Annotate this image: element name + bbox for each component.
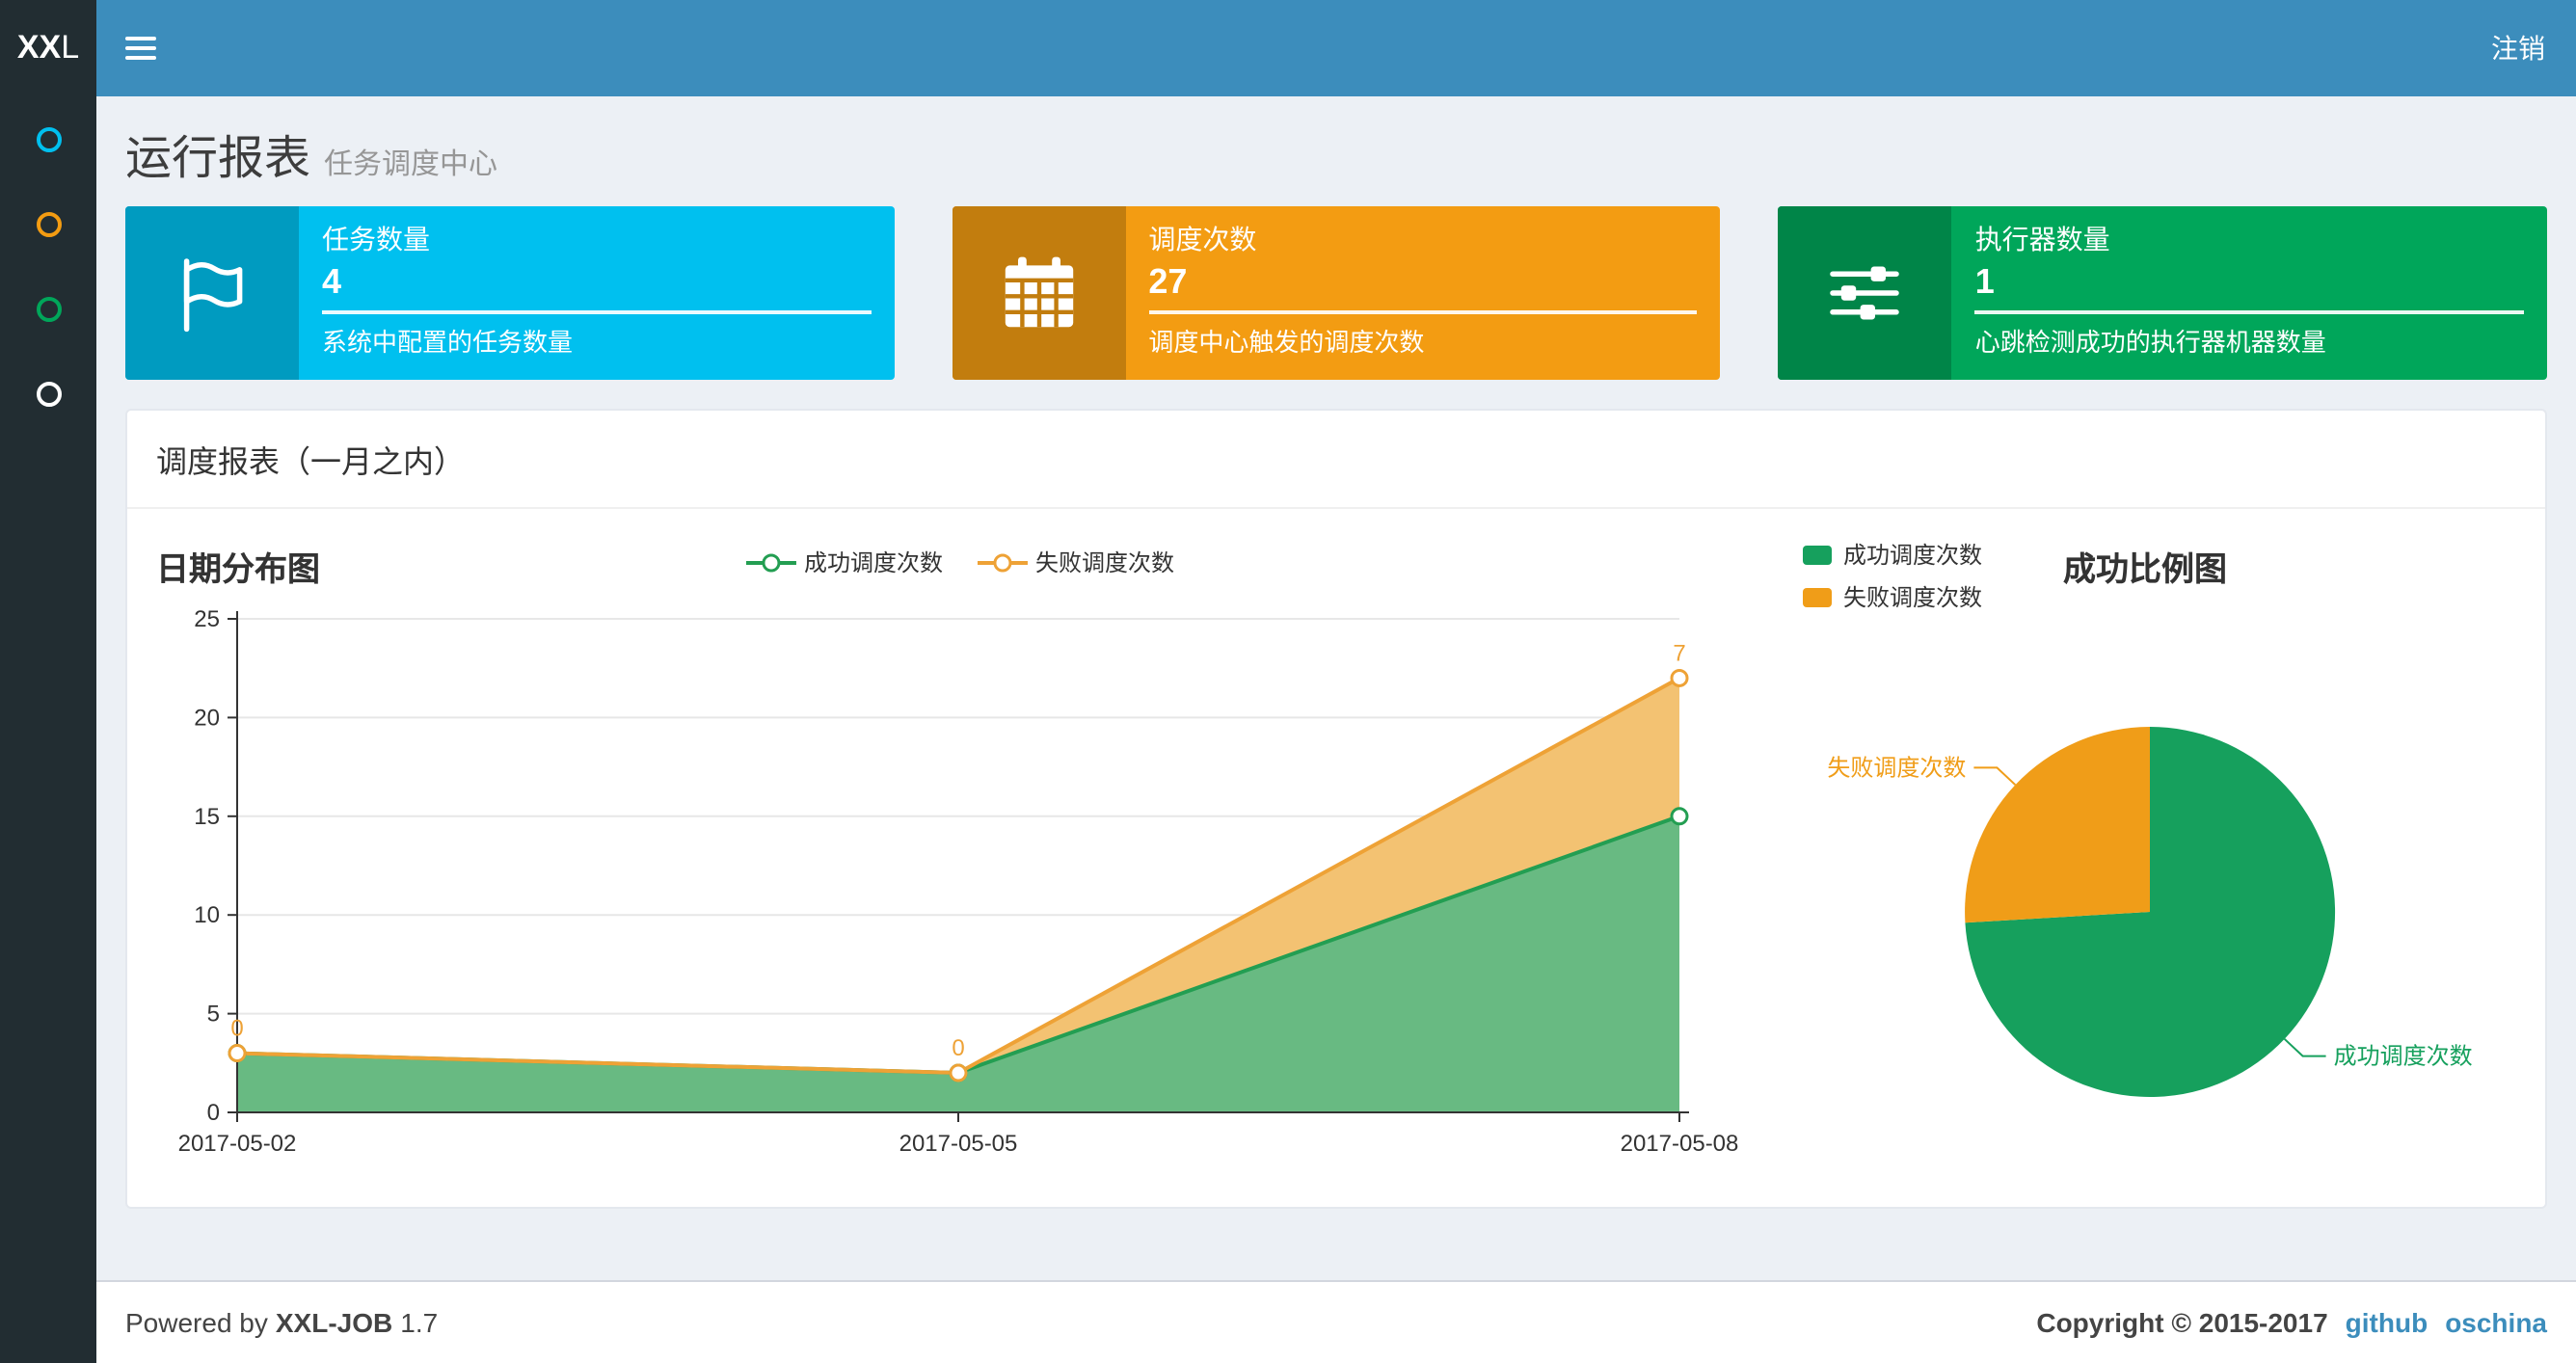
svg-text:25: 25 — [194, 606, 220, 632]
divider — [1974, 310, 2525, 314]
page-title: 运行报表 任务调度中心 — [125, 120, 2547, 187]
stat-value: 4 — [322, 262, 342, 301]
calendar-icon — [952, 206, 1126, 380]
flag-icon — [125, 206, 299, 380]
stat-value: 27 — [1148, 262, 1188, 301]
app-root: XX L 注销 运行报表 任务调度中心 任务数量 4 系统中配置的任务数量 调度… — [0, 0, 2576, 1363]
svg-text:0: 0 — [952, 1035, 964, 1061]
success-ratio-pie-chart: 成功调度次数 失败调度次数 — [1827, 727, 2473, 1097]
svg-text:10: 10 — [194, 902, 220, 928]
svg-text:0: 0 — [207, 1100, 220, 1126]
app-logo[interactable]: XX L — [0, 0, 96, 96]
stat-card-job-count: 任务数量 4 系统中配置的任务数量 — [125, 206, 895, 380]
svg-text:7: 7 — [1673, 640, 1685, 666]
logo-light-text: L — [61, 29, 80, 66]
sidebar-toggle-button[interactable] — [96, 0, 185, 96]
sidebar-item-1[interactable] — [0, 96, 96, 181]
stat-card-content: 执行器数量 1 心跳检测成功的执行器机器数量 — [1952, 206, 2547, 380]
stat-title: 执行器数量 — [1974, 224, 2110, 254]
svg-text:成功调度次数: 成功调度次数 — [2334, 1044, 2473, 1070]
divider — [322, 310, 872, 314]
content-header: 运行报表 任务调度中心 — [96, 96, 2576, 187]
pie-legend-swatch-icon — [1803, 545, 1832, 564]
legend-item-success[interactable]: 成功调度次数 — [745, 546, 943, 578]
powered-by-label: Powered by — [125, 1307, 268, 1338]
line-chart-header: 日期分布图 成功调度次数 失败调度次数 — [156, 538, 1764, 596]
page-footer: Powered by XXL-JOB 1.7 Copyright © 2015-… — [96, 1280, 2576, 1363]
sidebar-item-3[interactable] — [0, 266, 96, 351]
stat-description: 系统中配置的任务数量 — [322, 328, 574, 357]
svg-text:15: 15 — [194, 804, 220, 830]
legend-item-fail[interactable]: 失败调度次数 — [978, 546, 1174, 578]
stat-card-content: 任务数量 4 系统中配置的任务数量 — [299, 206, 894, 380]
logo-bold-text: XX — [16, 29, 62, 66]
navbar-right: 注销 — [2460, 0, 2576, 96]
success-ratio-section: 成功调度次数 失败调度次数 成功比例图 成功调度次数 失败调度次数 — [1764, 538, 2520, 1178]
panel-title: 调度报表（一月之内） — [127, 411, 2545, 509]
hamburger-icon — [125, 37, 156, 40]
app-version: 1.7 — [400, 1307, 439, 1338]
stat-description: 心跳检测成功的执行器机器数量 — [1974, 328, 2326, 357]
pie-legend-swatch-icon — [1803, 587, 1832, 606]
svg-text:2017-05-08: 2017-05-08 — [1621, 1131, 1739, 1157]
line-chart-legend: 成功调度次数 失败调度次数 — [745, 546, 1174, 578]
legend-label: 失败调度次数 — [1035, 549, 1175, 576]
powered-by: Powered by XXL-JOB 1.7 — [125, 1307, 438, 1338]
page-subtitle: 任务调度中心 — [324, 148, 498, 181]
svg-text:5: 5 — [207, 1002, 220, 1028]
logout-link[interactable]: 注销 — [2491, 29, 2545, 67]
content-wrapper: 运行报表 任务调度中心 任务数量 4 系统中配置的任务数量 调度次数 27 调度… — [96, 96, 2576, 1280]
copyright-text: Copyright © 2015-2017 — [2036, 1307, 2328, 1338]
page-title-text: 运行报表 — [125, 133, 310, 185]
github-link[interactable]: github — [2346, 1307, 2428, 1338]
legend-label: 成功调度次数 — [803, 549, 943, 576]
sliders-icon — [1778, 206, 1952, 380]
stat-description: 调度中心触发的调度次数 — [1148, 328, 1425, 357]
line-legend-marker-icon — [745, 552, 796, 572]
date-distribution-section: 日期分布图 成功调度次数 失败调度次数 0 5 10 15 20 25 2017… — [156, 538, 1764, 1178]
circle-icon — [36, 296, 61, 321]
line-chart-title: 日期分布图 — [156, 551, 320, 588]
circle-icon — [36, 211, 61, 236]
line-legend-marker-icon — [978, 552, 1028, 572]
circle-icon — [36, 381, 61, 406]
stat-card-executor-count: 执行器数量 1 心跳检测成功的执行器机器数量 — [1778, 206, 2548, 380]
stat-card-trigger-count: 调度次数 27 调度中心触发的调度次数 — [952, 206, 1721, 380]
stat-cards-row: 任务数量 4 系统中配置的任务数量 调度次数 27 调度中心触发的调度次数 执行… — [96, 206, 2576, 380]
legend-label: 失败调度次数 — [1843, 584, 1983, 611]
report-panel: 调度报表（一月之内） 日期分布图 成功调度次数 失败调度次数 0 5 10 15… — [125, 409, 2547, 1209]
panel-body: 日期分布图 成功调度次数 失败调度次数 0 5 10 15 20 25 2017… — [127, 509, 2545, 1207]
date-distribution-chart: 05101520252017-05-02 2017-05-05 2017-05-08… — [178, 606, 1739, 1157]
top-navbar: XX L 注销 — [0, 0, 2576, 96]
svg-text:0: 0 — [230, 1016, 243, 1042]
sidebar-item-4[interactable] — [0, 351, 96, 436]
sidebar-item-2[interactable] — [0, 181, 96, 266]
stat-title: 任务数量 — [322, 224, 430, 254]
svg-text:2017-05-05: 2017-05-05 — [899, 1131, 1018, 1157]
svg-text:失败调度次数: 失败调度次数 — [1827, 755, 1966, 781]
svg-text:20: 20 — [194, 705, 220, 731]
circle-icon — [36, 126, 61, 151]
copyright-area: Copyright © 2015-2017 github oschina — [2036, 1307, 2547, 1338]
stat-title: 调度次数 — [1148, 224, 1257, 254]
legend-label: 成功调度次数 — [1843, 542, 1983, 569]
pie-chart-title: 成功比例图 — [2063, 551, 2227, 588]
pie-chart-header: 成功调度次数 失败调度次数 成功比例图 — [1803, 538, 2520, 627]
oschina-link[interactable]: oschina — [2445, 1307, 2547, 1338]
app-name: XXL-JOB — [275, 1307, 393, 1338]
stat-card-content: 调度次数 27 调度中心触发的调度次数 — [1125, 206, 1720, 380]
divider — [1148, 310, 1698, 314]
sidebar — [0, 0, 96, 1363]
svg-text:2017-05-02: 2017-05-02 — [178, 1131, 297, 1157]
stat-value: 1 — [1974, 262, 1995, 301]
